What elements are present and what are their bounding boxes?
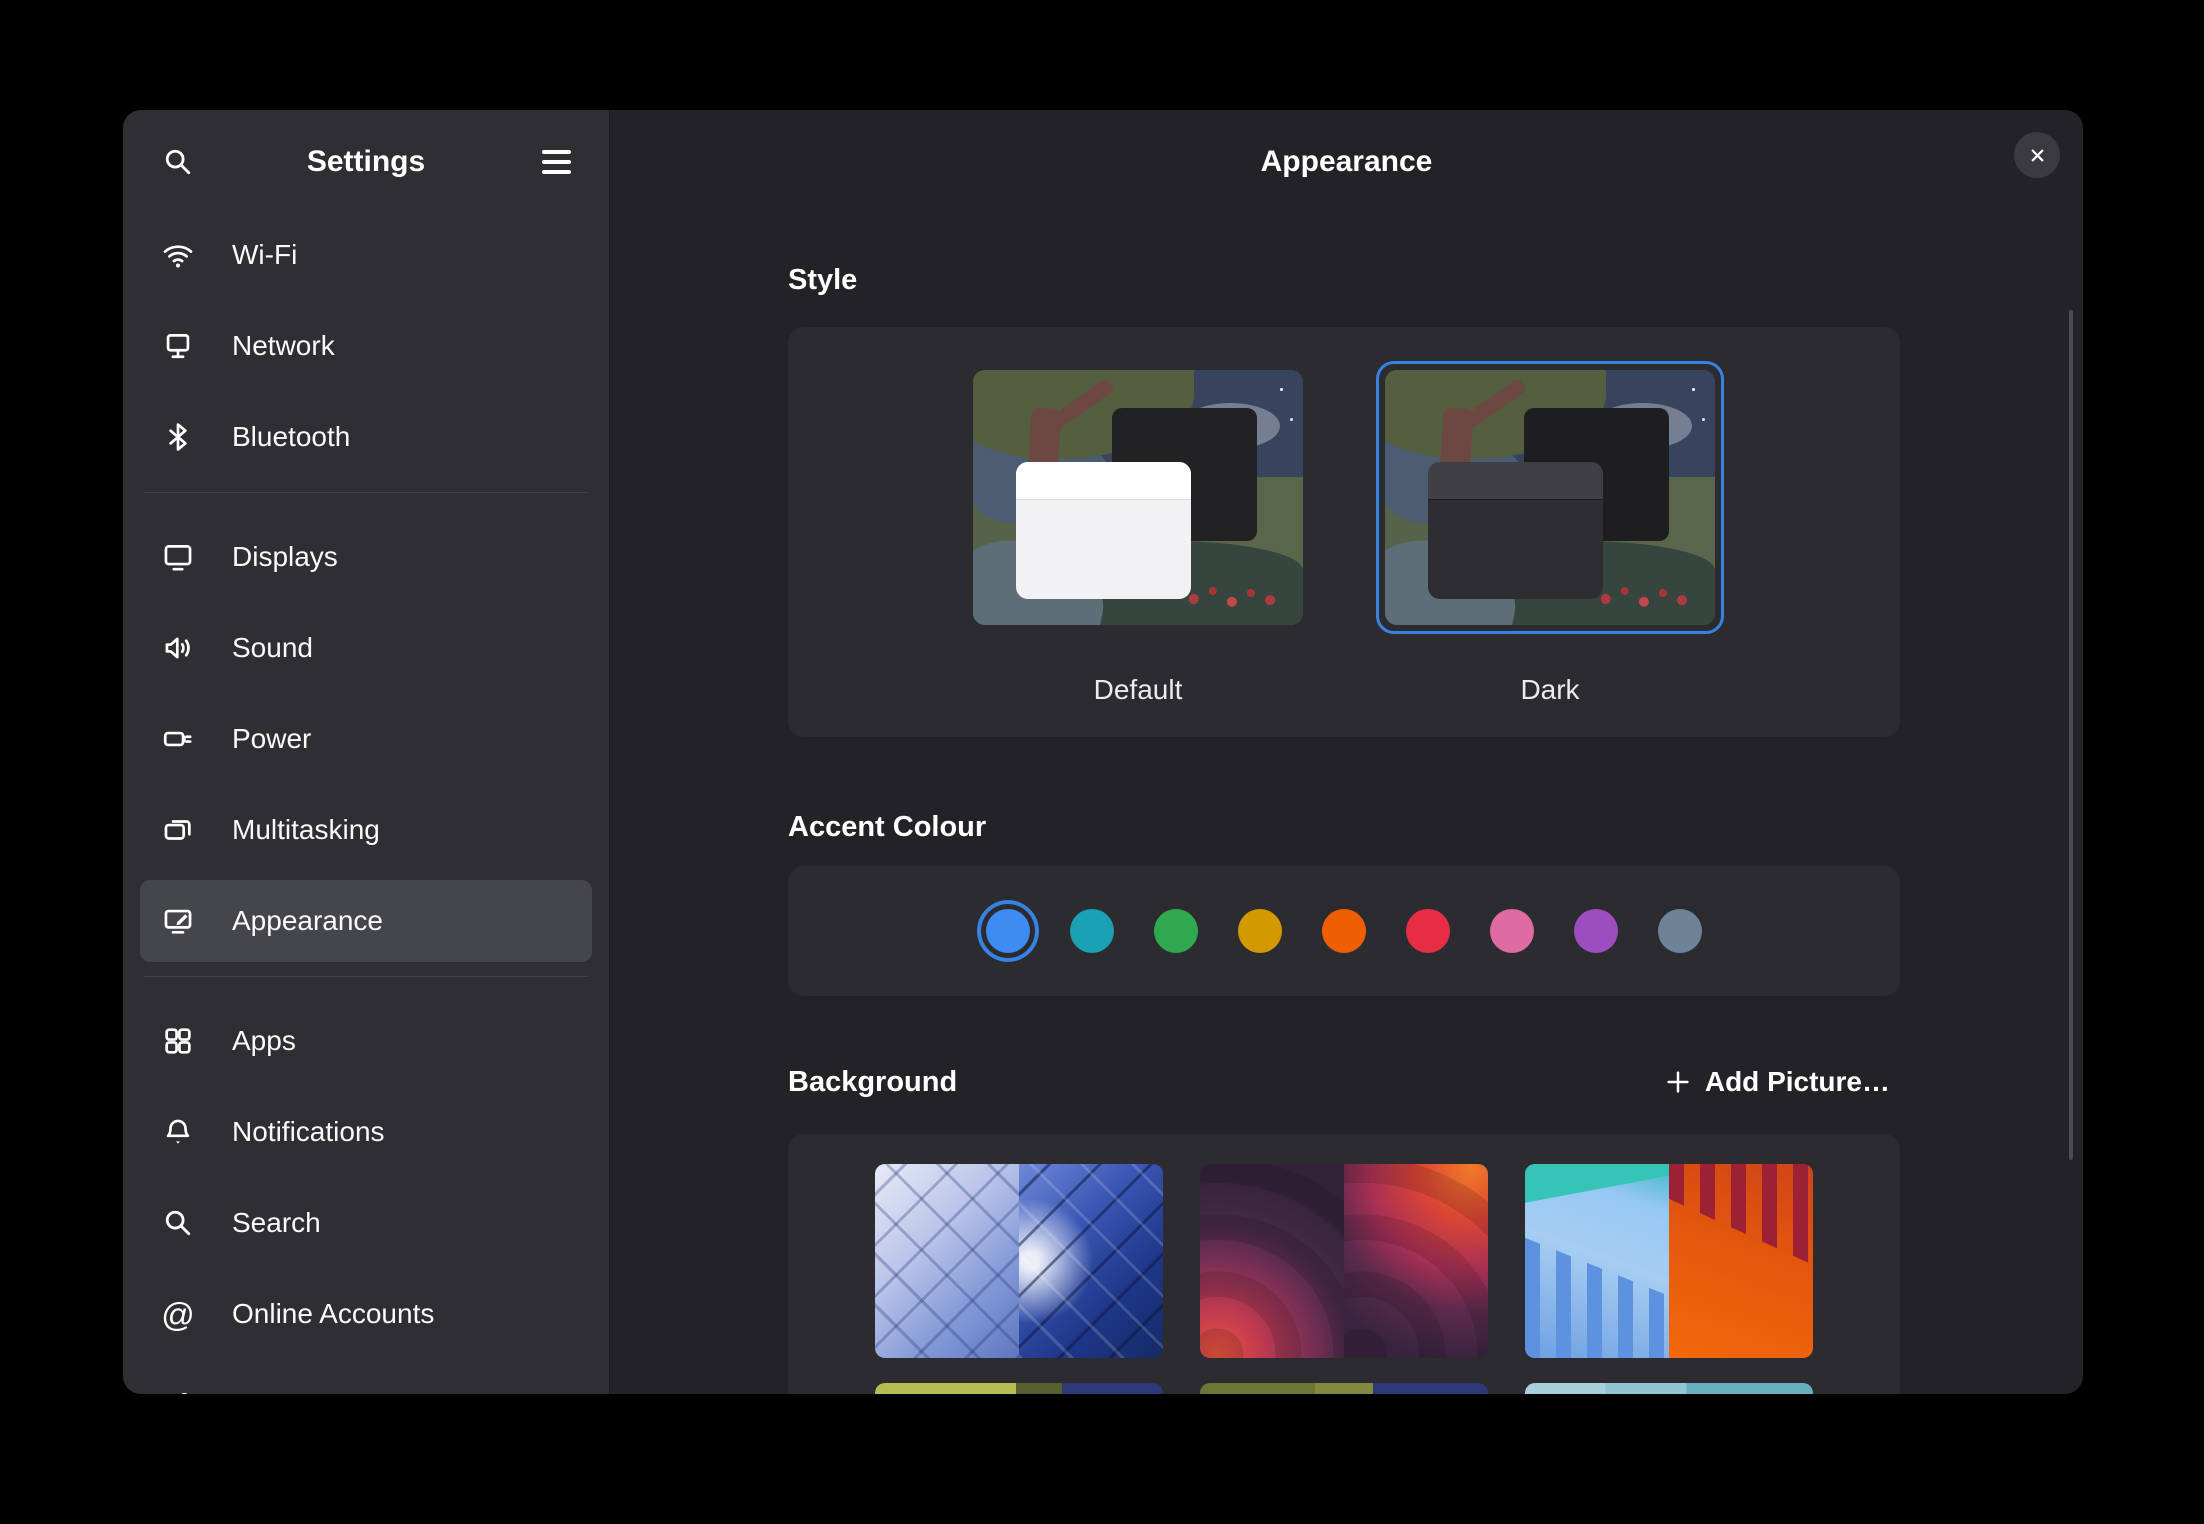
accent-swatch-teal[interactable] xyxy=(1070,909,1114,953)
sidebar-item-power[interactable]: Power xyxy=(140,698,592,780)
wifi-icon xyxy=(160,237,196,273)
sidebar-item-sharing[interactable]: Sharing xyxy=(140,1364,592,1394)
accent-swatch-orange[interactable] xyxy=(1322,909,1366,953)
accent-swatch-slate[interactable] xyxy=(1658,909,1702,953)
close-button[interactable] xyxy=(2014,132,2060,178)
wallpaper-blue-geometric[interactable] xyxy=(875,1164,1163,1358)
search-icon xyxy=(160,1205,196,1241)
style-option-dark[interactable]: Dark xyxy=(1376,361,1724,737)
sidebar-item-appearance[interactable]: Appearance xyxy=(140,880,592,962)
display-icon xyxy=(160,539,196,575)
background-heading-row: Background Add Picture… xyxy=(788,1060,1900,1104)
style-preview-default xyxy=(973,370,1303,625)
sidebar-item-label: Sound xyxy=(232,632,313,664)
sidebar-item-label: Notifications xyxy=(232,1116,385,1148)
style-heading: Style xyxy=(788,264,1900,297)
style-preview-dark xyxy=(1385,370,1715,625)
preview-window-front xyxy=(1016,462,1191,600)
share-icon xyxy=(160,1387,196,1394)
preview-art xyxy=(1385,370,1715,625)
wallpaper-art xyxy=(1200,1164,1344,1358)
accent-colour-card xyxy=(788,866,1900,996)
power-icon xyxy=(160,721,196,757)
appearance-icon xyxy=(160,903,196,939)
accent-swatch-yellow[interactable] xyxy=(1238,909,1282,953)
sidebar-item-label: Wi-Fi xyxy=(232,239,297,271)
sidebar-list: Wi-Fi Network Bluetooth xyxy=(123,214,609,1394)
sidebar-item-label: Sharing xyxy=(232,1389,329,1394)
scrollbar[interactable] xyxy=(2069,310,2073,1160)
style-card: Default xyxy=(788,327,1900,737)
accent-swatch-red[interactable] xyxy=(1406,909,1450,953)
wallpaper-sky-teal[interactable] xyxy=(1525,1383,1813,1394)
sidebar-item-label: Apps xyxy=(232,1025,296,1057)
sidebar-item-label: Power xyxy=(232,723,311,755)
multitasking-icon xyxy=(160,812,196,848)
background-card xyxy=(788,1134,1900,1394)
sidebar-item-label: Multitasking xyxy=(232,814,380,846)
wallpaper-art xyxy=(1525,1164,1669,1358)
settings-window: Settings Wi-Fi xyxy=(123,110,2083,1394)
sidebar-item-label: Bluetooth xyxy=(232,421,350,453)
style-preview-frame xyxy=(964,361,1312,634)
sidebar-item-label: Search xyxy=(232,1207,321,1239)
add-picture-button[interactable]: Add Picture… xyxy=(1653,1060,1900,1104)
preview-art-flowers xyxy=(1593,577,1699,618)
sidebar-item-label: Appearance xyxy=(232,905,383,937)
accent-swatch-green[interactable] xyxy=(1154,909,1198,953)
sidebar-item-network[interactable]: Network xyxy=(140,305,592,387)
sidebar-title: Settings xyxy=(123,145,609,179)
plus-icon xyxy=(1663,1067,1693,1097)
sidebar-separator xyxy=(144,492,588,493)
background-heading: Background xyxy=(788,1066,957,1099)
sidebar-item-label: Displays xyxy=(232,541,338,573)
wallpaper-art xyxy=(875,1164,1019,1358)
at-icon: @ xyxy=(160,1296,196,1332)
sidebar-item-label: Network xyxy=(232,330,335,362)
sidebar-header: Settings xyxy=(123,110,609,214)
wallpaper-olive-night[interactable] xyxy=(1200,1383,1488,1394)
sidebar-item-label: Online Accounts xyxy=(232,1298,434,1330)
sidebar-item-sound[interactable]: Sound xyxy=(140,607,592,689)
accent-swatch-pink[interactable] xyxy=(1490,909,1534,953)
sidebar-item-online-accounts[interactable]: @ Online Accounts xyxy=(140,1273,592,1355)
appearance-content: Style xyxy=(610,214,2083,1394)
sidebar: Settings Wi-Fi xyxy=(123,110,610,1394)
sidebar-item-bluetooth[interactable]: Bluetooth xyxy=(140,396,592,478)
accent-swatch-blue[interactable] xyxy=(986,909,1030,953)
preview-window-front xyxy=(1428,462,1603,600)
page-title: Appearance xyxy=(1261,145,1433,179)
sidebar-separator xyxy=(144,976,588,977)
accent-swatch-purple[interactable] xyxy=(1574,909,1618,953)
preview-art-flowers xyxy=(1181,577,1287,618)
wallpaper-art xyxy=(1344,1164,1488,1358)
sidebar-item-notifications[interactable]: Notifications xyxy=(140,1091,592,1173)
bell-icon xyxy=(160,1114,196,1150)
accent-colour-heading: Accent Colour xyxy=(788,811,1900,844)
style-option-label: Dark xyxy=(1520,674,1579,706)
sidebar-item-displays[interactable]: Displays xyxy=(140,516,592,598)
bluetooth-icon xyxy=(160,419,196,455)
sound-icon xyxy=(160,630,196,666)
style-preview-frame-selected xyxy=(1376,361,1724,634)
preview-art xyxy=(973,370,1303,625)
apps-icon xyxy=(160,1023,196,1059)
appearance-panel: Appearance Style xyxy=(610,110,2083,1394)
network-icon xyxy=(160,328,196,364)
sidebar-item-wifi[interactable]: Wi-Fi xyxy=(140,214,592,296)
sidebar-item-apps[interactable]: Apps xyxy=(140,1000,592,1082)
wallpaper-meadow-night[interactable] xyxy=(875,1383,1163,1394)
close-icon xyxy=(2026,144,2049,167)
sidebar-item-search[interactable]: Search xyxy=(140,1182,592,1264)
add-picture-label: Add Picture… xyxy=(1705,1066,1890,1098)
wallpaper-magma-waves[interactable] xyxy=(1200,1164,1488,1358)
main-header: Appearance xyxy=(610,110,2083,214)
wallpaper-pixels-drip[interactable] xyxy=(1525,1164,1813,1358)
wallpaper-art xyxy=(1669,1164,1813,1358)
style-option-default[interactable]: Default xyxy=(964,361,1312,737)
style-option-label: Default xyxy=(1094,674,1183,706)
wallpaper-art xyxy=(1019,1164,1163,1358)
sidebar-item-multitasking[interactable]: Multitasking xyxy=(140,789,592,871)
